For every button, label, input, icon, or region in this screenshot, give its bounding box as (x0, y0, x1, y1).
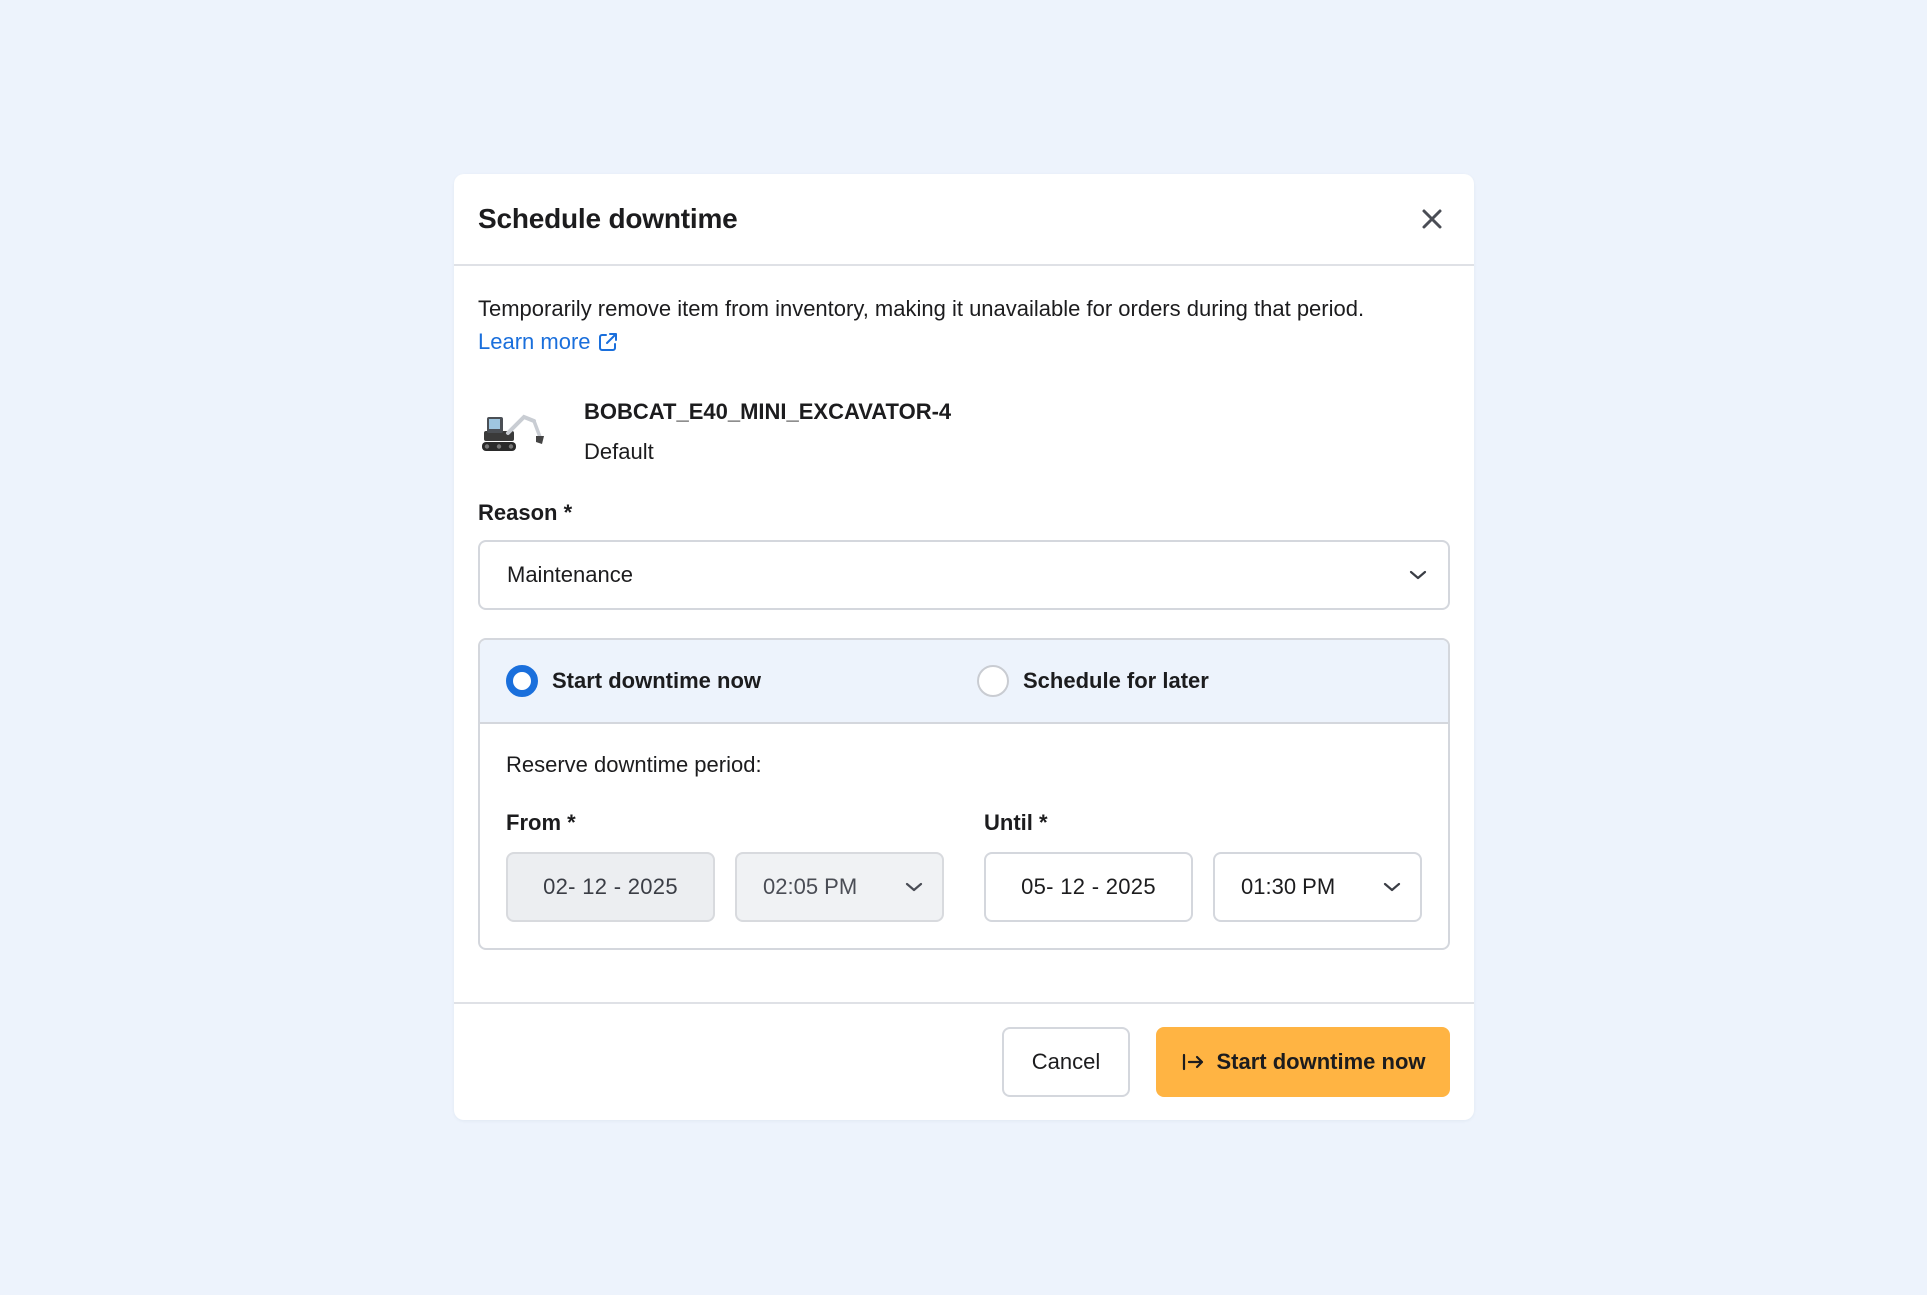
from-range: From * 02- 12 - 2025 02:05 PM (506, 808, 984, 922)
start-downtime-button[interactable]: Start downtime now (1156, 1027, 1450, 1097)
radio-unchecked-icon (977, 665, 1009, 697)
from-time-value: 02:05 PM (763, 874, 858, 899)
learn-more-label: Learn more (478, 329, 591, 354)
dialog-header: Schedule downtime (454, 174, 1474, 266)
close-button[interactable] (1412, 199, 1452, 239)
until-time-value: 01:30 PM (1241, 874, 1336, 899)
learn-more-link[interactable]: Learn more (478, 325, 619, 358)
downtime-mode-panel: Start downtime now Schedule for later Re… (478, 638, 1450, 950)
close-icon (1422, 209, 1442, 229)
dialog-title: Schedule downtime (478, 203, 738, 234)
start-downtime-label: Start downtime now (1216, 1049, 1426, 1074)
dialog-footer: Cancel Start downtime now (454, 1002, 1474, 1120)
until-range: Until * 05- 12 - 2025 01:30 PM (984, 808, 1422, 922)
reason-select[interactable]: Maintenance (478, 540, 1450, 610)
from-time-select: 02:05 PM (735, 852, 944, 922)
period-label: Reserve downtime period: (506, 752, 762, 777)
radio-start-now-label: Start downtime now (552, 668, 761, 693)
downtime-period: Reserve downtime period: From * 02- 12 -… (480, 724, 1448, 948)
external-link-icon (598, 332, 617, 351)
reason-label: Reason * (478, 500, 573, 525)
until-date-field[interactable]: 05- 12 - 2025 (984, 852, 1193, 922)
item-summary: BOBCAT_E40_MINI_EXCAVATOR-4 Default (478, 392, 1450, 472)
downtime-mode-options: Start downtime now Schedule for later (480, 640, 1448, 724)
until-label: Until * (984, 810, 1048, 835)
radio-schedule-later-label: Schedule for later (1023, 668, 1209, 693)
arrow-right-to-bar-icon (1182, 1053, 1203, 1071)
dialog-body: Temporarily remove item from inventory, … (454, 266, 1474, 1002)
period-ranges: From * 02- 12 - 2025 02:05 PM Until * 05… (506, 808, 1422, 922)
radio-schedule-later[interactable]: Schedule for later (977, 665, 1448, 697)
item-variant: Default (584, 439, 654, 464)
cancel-button[interactable]: Cancel (1002, 1027, 1130, 1097)
from-date-field: 02- 12 - 2025 (506, 852, 715, 922)
until-time-select[interactable]: 01:30 PM (1213, 852, 1422, 922)
chevron-down-icon (1409, 570, 1427, 580)
dialog-description: Temporarily remove item from inventory, … (478, 296, 1365, 321)
item-text: BOBCAT_E40_MINI_EXCAVATOR-4 Default (584, 396, 951, 468)
excavator-icon (478, 402, 560, 462)
from-fields: 02- 12 - 2025 02:05 PM (506, 852, 984, 922)
chevron-down-icon (1383, 882, 1401, 892)
chevron-down-icon (905, 882, 923, 892)
radio-checked-icon (506, 665, 538, 697)
radio-start-now[interactable]: Start downtime now (506, 665, 977, 697)
until-fields: 05- 12 - 2025 01:30 PM (984, 852, 1422, 922)
reason-selected-value: Maintenance (507, 562, 633, 587)
schedule-downtime-dialog: Schedule downtime Temporarily remove ite… (454, 174, 1474, 1120)
item-name: BOBCAT_E40_MINI_EXCAVATOR-4 (584, 399, 952, 424)
from-label: From * (506, 810, 576, 835)
